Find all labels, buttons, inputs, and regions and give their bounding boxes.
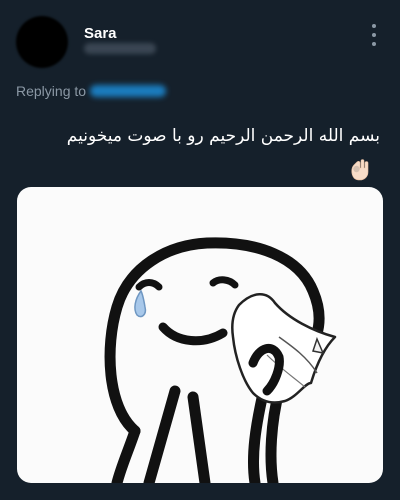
replying-to-handle-redacted[interactable] bbox=[90, 85, 166, 97]
author-name[interactable]: Sara bbox=[84, 25, 117, 42]
tweet-card: Sara Replying to بسم الله الرحمن الرحیم … bbox=[0, 0, 400, 500]
tweet-text: بسم الله الرحمن الرحیم رو با صوت میخونیم bbox=[66, 126, 380, 146]
dot-icon bbox=[372, 42, 376, 46]
dot-icon bbox=[372, 24, 376, 28]
replying-to-label: Replying to bbox=[16, 83, 87, 99]
ok-hand-emoji-icon bbox=[351, 159, 369, 181]
tweet-image[interactable] bbox=[17, 187, 383, 483]
dot-icon bbox=[372, 33, 376, 37]
more-options-icon[interactable] bbox=[368, 24, 380, 46]
crying-stick-figure-meme-icon bbox=[104, 237, 337, 483]
avatar[interactable] bbox=[16, 16, 68, 68]
author-handle-redacted bbox=[84, 43, 156, 54]
